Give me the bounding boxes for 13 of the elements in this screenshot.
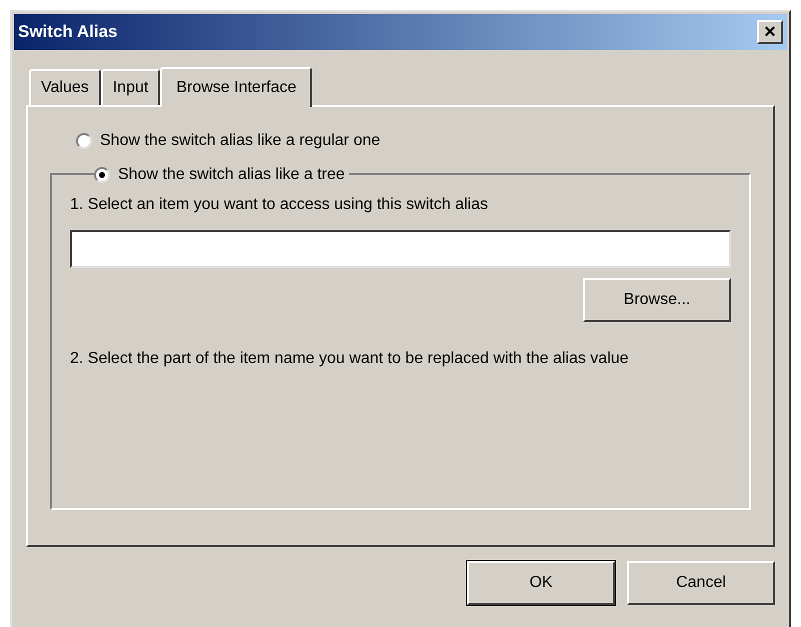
step-label: 2. Select the part of the item name you want to be replaced with the alias value [70,349,630,369]
browse-button[interactable]: Browse... [583,278,731,322]
dialog-button[interactable]: Cancel [627,561,775,605]
item-field[interactable] [70,230,731,268]
dialog-button[interactable]: OK [467,561,615,605]
radio-button[interactable] [94,167,110,183]
window-title: Switch Alias [18,21,118,44]
close-button[interactable]: × [757,20,783,44]
tab[interactable]: Input [100,69,160,105]
step-label: 1. Select an item you want to access using this switch alias [70,195,489,215]
tab[interactable]: Browse Interface [160,67,312,107]
tab[interactable]: Values [29,69,101,105]
radio-button[interactable] [76,133,92,149]
